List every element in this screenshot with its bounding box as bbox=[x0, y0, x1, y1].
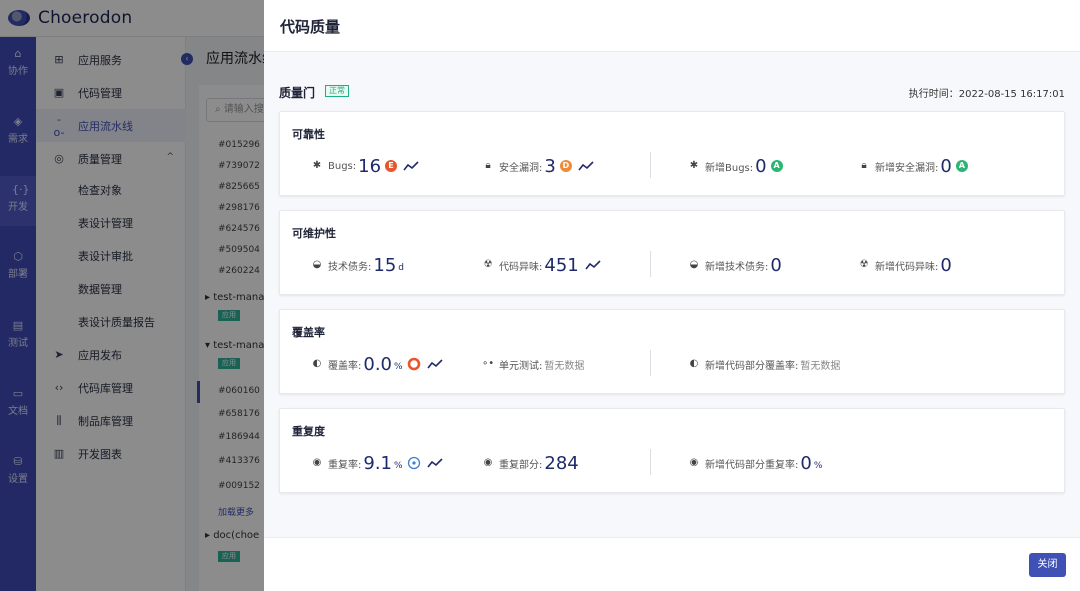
drawer-footer: 关闭 bbox=[264, 537, 1080, 591]
half-circle-icon: ◐ bbox=[689, 358, 699, 369]
status-badge: 正常 bbox=[325, 85, 349, 97]
new-bugs-metric[interactable]: ✱ 新增Bugs: 0 A bbox=[688, 156, 783, 177]
new-duplication-metric[interactable]: ◉ 新增代码部分重复率: 0 % bbox=[688, 453, 823, 474]
close-button[interactable]: 关闭 bbox=[1029, 553, 1066, 577]
grade-a-badge: A bbox=[770, 160, 783, 172]
target-icon: ◉ bbox=[312, 457, 322, 468]
coverage-ring-icon bbox=[407, 357, 420, 371]
drawer-header: 代码质量 bbox=[264, 0, 1080, 52]
duplicated-blocks-metric[interactable]: ◉ 重复部分: 284 bbox=[482, 453, 579, 474]
unit-test-icon: ∘• bbox=[482, 358, 495, 369]
card-title: 可维护性 bbox=[292, 227, 336, 240]
quality-gate-label: 质量门 bbox=[279, 86, 316, 100]
new-vulnerabilities-metric[interactable]: 🔒︎ 新增安全漏洞: 0 A bbox=[858, 156, 968, 177]
half-circle-icon: ◐ bbox=[312, 358, 322, 369]
card-title: 可靠性 bbox=[292, 128, 325, 141]
bug-icon: ✱ bbox=[689, 160, 699, 171]
divider bbox=[650, 152, 651, 178]
code-smell-metric[interactable]: ☢ 代码异味: 451 bbox=[482, 255, 601, 276]
duplication-ring-icon bbox=[407, 456, 420, 470]
drawer-body: 质量门 正常 执行时间：2022-08-15 16:17:01 可靠性 ✱ Bu… bbox=[264, 52, 1080, 538]
drawer-title: 代码质量 bbox=[280, 18, 341, 36]
tech-debt-metric[interactable]: ◒ 技术债务: 15 d bbox=[311, 255, 404, 276]
trend-icon[interactable] bbox=[426, 457, 443, 469]
trend-icon[interactable] bbox=[578, 160, 594, 172]
drop-icon: ◒ bbox=[689, 259, 699, 270]
divider bbox=[650, 251, 651, 277]
duplication-rate-metric[interactable]: ◉ 重复率: 9.1 % bbox=[311, 453, 443, 474]
code-quality-drawer: 代码质量 质量门 正常 执行时间：2022-08-15 16:17:01 可靠性… bbox=[264, 0, 1080, 591]
execution-time: 执行时间：2022-08-15 16:17:01 bbox=[908, 89, 1065, 100]
new-code-smell-metric[interactable]: ☢ 新增代码异味: 0 bbox=[858, 255, 952, 276]
quality-gate-row: 质量门 正常 执行时间：2022-08-15 16:17:01 bbox=[279, 82, 1065, 100]
duplication-card: 重复度 ◉ 重复率: 9.1 % ◉ 重复部分: 284 ◉ 新增代码部分重复率… bbox=[279, 408, 1065, 493]
trend-icon[interactable] bbox=[403, 160, 419, 172]
target-icon: ◉ bbox=[483, 457, 493, 468]
trend-icon[interactable] bbox=[426, 358, 443, 370]
vulnerabilities-metric[interactable]: 🔒︎ 安全漏洞: 3 D bbox=[482, 156, 594, 177]
coverage-card: 覆盖率 ◐ 覆盖率: 0.0 % ∘• 单元测试: 暂无数据 ◐ 新增代码部分覆… bbox=[279, 309, 1065, 394]
target-icon: ◉ bbox=[689, 457, 699, 468]
lock-icon: 🔒︎ bbox=[861, 160, 867, 171]
divider bbox=[650, 350, 651, 376]
grade-e-badge: E bbox=[385, 160, 398, 172]
trend-icon[interactable] bbox=[585, 259, 601, 271]
grade-a-badge: A bbox=[955, 160, 968, 172]
reliability-card: 可靠性 ✱ Bugs: 16 E 🔒︎ 安全漏洞: 3 D ✱ 新增Bugs: … bbox=[279, 111, 1065, 196]
unit-test-metric[interactable]: ∘• 单元测试: 暂无数据 bbox=[482, 354, 584, 374]
new-coverage-metric[interactable]: ◐ 新增代码部分覆盖率: 暂无数据 bbox=[688, 354, 841, 374]
divider bbox=[650, 449, 651, 475]
lock-icon: 🔒︎ bbox=[485, 160, 491, 171]
bug-icon: ✱ bbox=[312, 160, 322, 171]
drop-icon: ◒ bbox=[312, 259, 322, 270]
grade-d-badge: D bbox=[559, 160, 572, 172]
card-title: 覆盖率 bbox=[292, 326, 325, 339]
maintainability-card: 可维护性 ◒ 技术债务: 15 d ☢ 代码异味: 451 ◒ 新增技术债务: … bbox=[279, 210, 1065, 295]
smell-icon: ☢ bbox=[859, 259, 869, 270]
smell-icon: ☢ bbox=[483, 259, 493, 270]
coverage-metric[interactable]: ◐ 覆盖率: 0.0 % bbox=[311, 354, 443, 375]
card-title: 重复度 bbox=[292, 425, 325, 438]
new-tech-debt-metric[interactable]: ◒ 新增技术债务: 0 bbox=[688, 255, 782, 276]
bugs-metric[interactable]: ✱ Bugs: 16 E bbox=[311, 156, 419, 177]
